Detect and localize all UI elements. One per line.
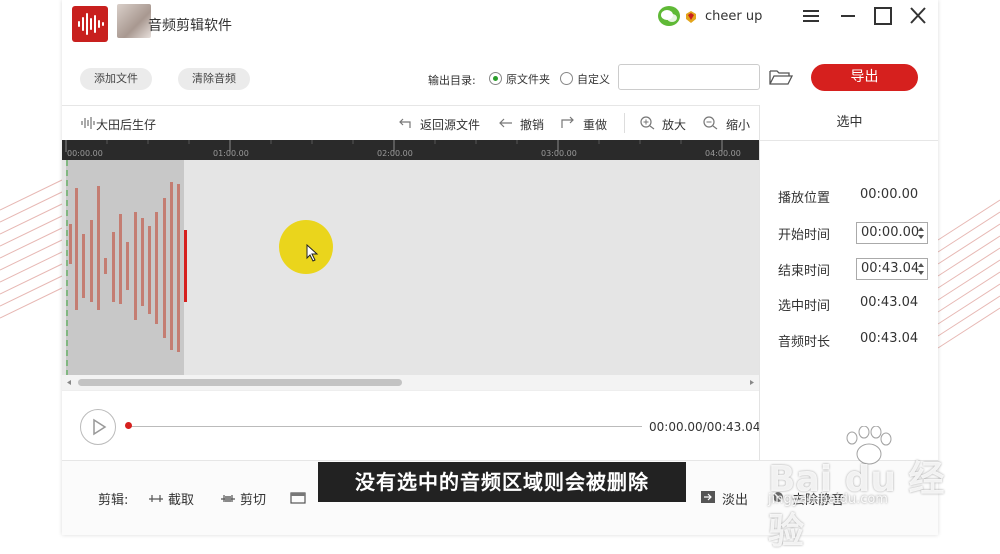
fade-out-icon[interactable] <box>700 489 716 503</box>
redo-button[interactable]: 重做 <box>583 116 607 133</box>
copy-icon[interactable] <box>290 489 306 504</box>
waveform-bar <box>126 242 129 290</box>
app-title: 音频剪辑软件 <box>148 18 232 34</box>
radio-source-folder-label[interactable]: 原文件夹 <box>506 71 550 87</box>
waveform-bar <box>97 186 100 310</box>
horizontal-scrollbar[interactable] <box>62 375 759 390</box>
zoom-out-icon[interactable] <box>703 115 719 130</box>
vip-icon[interactable] <box>684 9 698 23</box>
waveform-bar <box>177 184 180 352</box>
waveform-bar <box>104 258 107 274</box>
avatar[interactable] <box>117 4 151 38</box>
waveform-icon <box>80 115 96 129</box>
main-toolbar: 添加文件 清除音频 输出目录: 原文件夹 自定义 导出 <box>62 50 938 106</box>
duration-label: 音频时长 <box>778 335 831 350</box>
audio-file-name: 大田后生仔 <box>96 118 157 132</box>
selected-time-label: 选中时间 <box>778 299 831 314</box>
scrollbar-thumb[interactable] <box>78 379 402 386</box>
app-logo-icon <box>72 6 108 42</box>
tick-label: 04:00.00 <box>705 149 741 158</box>
menu-icon[interactable] <box>800 6 822 26</box>
watermark: Bai du 经验 jingyan.baidu.com <box>768 426 968 552</box>
waveform-bar <box>90 220 93 302</box>
waveform-bar <box>170 182 173 350</box>
crop-button[interactable]: 截取 <box>168 489 194 508</box>
revert-button[interactable]: 返回源文件 <box>420 116 480 133</box>
waveform-bar <box>155 212 158 324</box>
zoom-out-button[interactable]: 缩小 <box>726 116 750 133</box>
spinner-arrows-icon[interactable] <box>917 260 925 278</box>
start-time-spinner[interactable]: 00:00.00 <box>856 222 928 244</box>
playback-progress[interactable] <box>128 426 642 427</box>
tick-label: 01:00.00 <box>213 149 249 158</box>
maximize-icon[interactable] <box>872 6 894 26</box>
add-file-button[interactable]: 添加文件 <box>80 68 152 90</box>
undo-icon[interactable] <box>498 115 514 129</box>
waveform-bar <box>141 218 144 306</box>
fade-out-button[interactable]: 淡出 <box>722 489 748 508</box>
close-icon[interactable] <box>907 6 929 26</box>
end-time-label: 结束时间 <box>778 264 831 279</box>
watermark-url: jingyan.baidu.com <box>768 492 888 507</box>
selected-time-value: 00:43.04 <box>860 295 919 310</box>
play-icon[interactable] <box>81 410 115 444</box>
tick-label: 02:00.00 <box>377 149 413 158</box>
undo-button[interactable]: 撤销 <box>520 116 544 133</box>
cut-button[interactable]: 剪切 <box>240 489 266 508</box>
zoom-in-icon[interactable] <box>640 115 656 130</box>
waveform-bar <box>75 188 78 310</box>
export-button[interactable]: 导出 <box>811 64 918 91</box>
editor-toolbar: 大田后生仔 返回源文件 撤销 重做 放大 缩小 <box>62 106 759 140</box>
panel-title: 选中 <box>760 105 938 141</box>
radio-custom[interactable] <box>560 72 573 85</box>
spinner-arrows-icon[interactable] <box>917 224 925 242</box>
cut-icon[interactable] <box>220 489 236 503</box>
player-bar: 00:00.00/00:43.04 <box>62 390 761 461</box>
waveform-bar <box>119 214 122 304</box>
folder-open-icon[interactable] <box>768 67 794 87</box>
waveform-bar <box>69 224 72 264</box>
selection-panel: 选中 播放位置 00:00.00 开始时间 00:00.00 结束时间 00:4… <box>759 105 938 460</box>
zoom-in-button[interactable]: 放大 <box>662 116 686 133</box>
edit-label: 剪辑: <box>98 493 129 508</box>
tick-label: 03:00.00 <box>541 149 577 158</box>
minimize-icon[interactable] <box>837 6 859 26</box>
end-time-value[interactable]: 00:43.04 <box>861 261 919 276</box>
clear-audio-button[interactable]: 清除音频 <box>178 68 250 90</box>
tick-label: 00:00.00 <box>67 149 103 158</box>
play-position-label: 播放位置 <box>778 191 831 206</box>
title-bar: 音频剪辑软件 cheer up <box>62 0 938 51</box>
waveform-bar <box>148 226 151 314</box>
start-time-label: 开始时间 <box>778 228 831 243</box>
output-path-input[interactable] <box>618 64 760 90</box>
redo-icon[interactable] <box>560 115 576 129</box>
timeline-ruler[interactable]: 00:00.00 01:00.00 02:00.00 03:00.00 04:0… <box>62 140 759 160</box>
end-time-spinner[interactable]: 00:43.04 <box>856 258 928 280</box>
radio-custom-label[interactable]: 自定义 <box>577 71 610 87</box>
radio-source-folder[interactable] <box>489 72 502 85</box>
start-marker[interactable] <box>64 160 72 375</box>
play-position-value: 00:00.00 <box>860 187 919 202</box>
waveform-bar <box>82 234 85 298</box>
output-dir-label: 输出目录: <box>428 74 476 87</box>
video-caption: 没有选中的音频区域则会被删除 <box>318 462 686 502</box>
wechat-icon[interactable] <box>658 6 680 26</box>
user-name[interactable]: cheer up <box>705 9 762 24</box>
divider <box>624 113 625 133</box>
waveform-bar <box>112 232 115 302</box>
waveform-bar <box>134 212 137 320</box>
crop-icon[interactable] <box>148 489 164 503</box>
waveform-bar <box>163 198 166 338</box>
play-button[interactable] <box>80 409 116 445</box>
duration-value: 00:43.04 <box>860 331 919 346</box>
start-time-value[interactable]: 00:00.00 <box>861 225 919 240</box>
playhead-cursor[interactable] <box>184 230 187 302</box>
progress-handle[interactable] <box>125 422 132 429</box>
time-readout: 00:00.00/00:43.04 <box>649 420 761 434</box>
revert-icon[interactable] <box>398 115 414 129</box>
mouse-pointer-icon <box>306 244 319 262</box>
